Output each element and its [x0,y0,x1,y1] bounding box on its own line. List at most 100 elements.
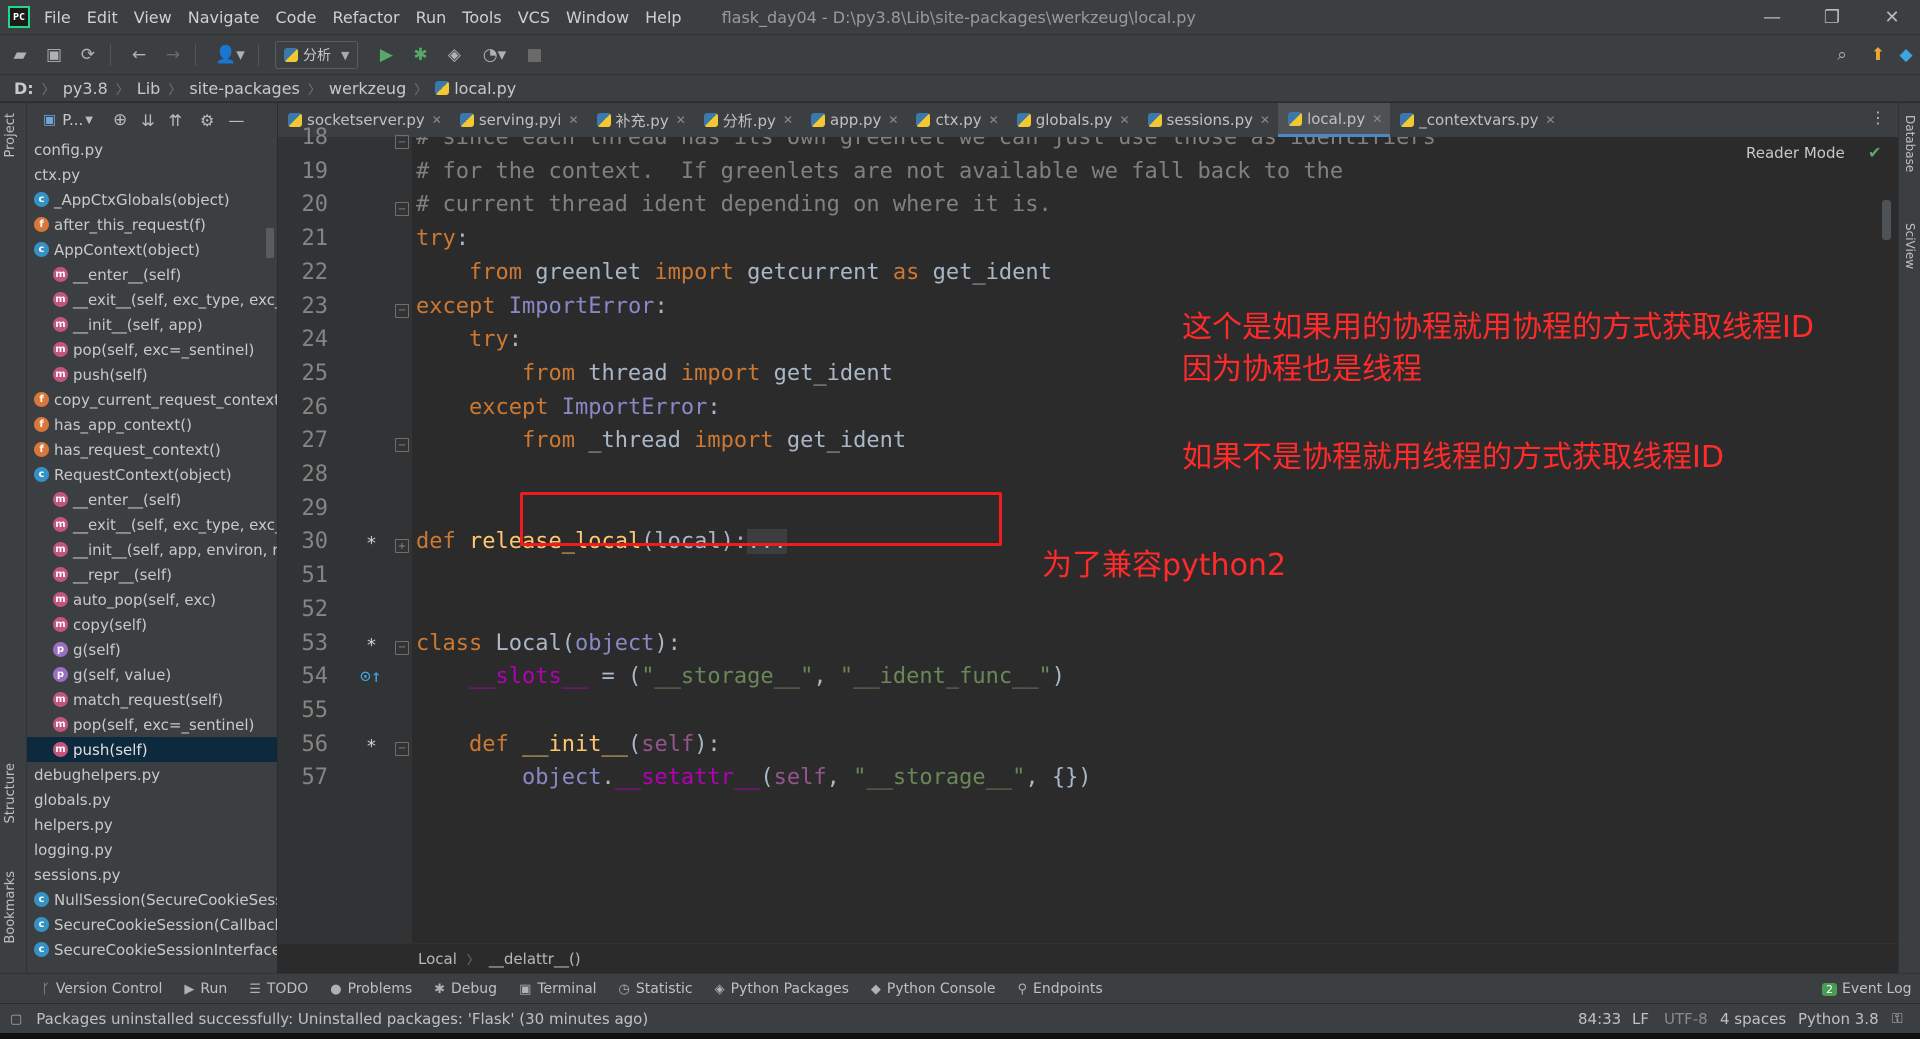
menu-edit[interactable]: Edit [87,8,118,27]
close-tab-icon[interactable]: ✕ [888,113,898,127]
editor-tab[interactable]: serving.pyi ✕ [450,103,587,137]
caret-position[interactable]: 84:33 [1578,1010,1621,1028]
tree-structure-item[interactable]: f copy_current_request_context [27,387,277,412]
todo-tab[interactable]: ☰ TODO [249,981,308,997]
close-tab-icon[interactable]: ✕ [1372,112,1382,126]
tree-file-item[interactable]: ctx.py [27,162,277,187]
more-tabs-icon[interactable]: ⋮ [1870,108,1886,127]
breadcrumb-method[interactable]: __delattr__() [489,950,581,968]
line-separator[interactable]: LF [1632,1010,1649,1028]
close-tab-icon[interactable]: ✕ [676,113,686,127]
profile-icon[interactable]: ◔▾ [474,41,514,69]
event-log-tab[interactable]: 2 Event Log [1822,981,1912,997]
tree-structure-item[interactable]: m __exit__(self, exc_type, exc_ [27,512,277,537]
file-encoding[interactable]: UTF-8 [1664,1010,1708,1028]
tree-file-item[interactable]: logging.py [27,837,277,862]
tree-file-item[interactable]: config.py [27,137,277,162]
fold-toggle-icon[interactable]: − [395,741,409,756]
update-icon[interactable]: ⬆ [1864,41,1892,69]
sciview-tool-tab[interactable]: SciView [1903,223,1917,269]
close-tab-icon[interactable]: ✕ [783,113,793,127]
menu-vcs[interactable]: VCS [518,8,550,27]
tree-structure-item[interactable]: m match_request(self) [27,687,277,712]
code-line[interactable]: # for the context. If greenlets are not … [416,159,1343,184]
tree-structure-item[interactable]: m __init__(self, app) [27,312,277,337]
code-line[interactable]: __slots__ = ("__storage__", "__ident_fun… [416,664,1065,689]
project-tool-tab[interactable]: Project [3,113,18,157]
tree-structure-item[interactable]: m __repr__(self) [27,562,277,587]
close-window-icon[interactable]: ✕ [1864,0,1920,34]
code-line[interactable]: from _thread import get_ident [416,428,906,453]
close-tab-icon[interactable]: ✕ [1546,113,1556,127]
editor-gutter[interactable]: 18 − 19 20 − 21 22 23 − 24 25 26 27 − 28 29 30 * +51 52 53 * −… [278,125,412,943]
coverage-icon[interactable]: ◈ [440,41,468,69]
minimize-icon[interactable]: — [1744,0,1800,34]
breadcrumb-folder[interactable]: Lib [137,79,161,98]
tree-structure-item[interactable]: p g(self) [27,637,277,662]
tree-structure-item[interactable]: m auto_pop(self, exc) [27,587,277,612]
menu-file[interactable]: File [44,8,71,27]
tree-structure-item[interactable]: p g(self, value) [27,662,277,687]
tree-structure-item[interactable]: m pop(self, exc=_sentinel) [27,337,277,362]
editor-tab[interactable]: _contextvars.py ✕ [1390,103,1563,137]
python-interpreter[interactable]: Python 3.8 [1798,1010,1879,1028]
hide-panel-icon[interactable]: — [228,111,244,130]
ide-features-icon[interactable]: ◆ [1892,41,1920,69]
menu-refactor[interactable]: Refactor [332,8,399,27]
close-tab-icon[interactable]: ✕ [989,113,999,127]
structure-tool-tab[interactable]: Structure [3,763,18,823]
fold-toggle-icon[interactable]: − [395,202,409,217]
breadcrumb-file[interactable]: local.py [454,79,516,98]
override-marker-icon[interactable]: ⊙↑ [360,666,382,687]
project-tree-scrollbar[interactable] [266,228,274,258]
version-control-tab[interactable]: ᚴ Version Control [42,981,162,997]
lock-icon[interactable]: ⚿ [1892,1011,1903,1027]
fold-toggle-icon[interactable]: − [395,135,409,149]
run-configuration-select[interactable]: 分析 ▼ [275,41,359,69]
tree-structure-item[interactable]: m __exit__(self, exc_type, exc_ [27,287,277,312]
tree-structure-item[interactable]: c _AppCtxGlobals(object) [27,187,277,212]
indent-setting[interactable]: 4 spaces [1720,1010,1786,1028]
tree-structure-item[interactable]: c SecureCookieSessionInterface [27,937,277,962]
close-tab-icon[interactable]: ✕ [432,113,442,127]
reader-mode-toggle[interactable]: Reader Mode [1746,144,1845,162]
breadcrumb-folder[interactable]: py3.8 [63,79,108,98]
close-tab-icon[interactable]: ✕ [1119,113,1129,127]
locate-file-icon[interactable]: ⊕ [113,110,127,130]
statistic-tab[interactable]: ◷ Statistic [619,981,693,997]
menu-run[interactable]: Run [416,8,447,27]
inspection-ok-icon[interactable]: ✔ [1868,143,1881,162]
collapse-all-icon[interactable]: ⇈ [169,111,182,130]
expand-all-icon[interactable]: ⇊ [141,111,154,130]
tree-structure-item[interactable]: f has_app_context() [27,412,277,437]
fold-toggle-icon[interactable]: + [395,539,409,554]
menu-help[interactable]: Help [645,8,681,27]
bookmarks-tool-tab[interactable]: Bookmarks [3,871,18,944]
code-line[interactable]: try: [416,327,522,352]
python-console-tab[interactable]: ◆ Python Console [871,981,996,997]
close-tab-icon[interactable]: ✕ [568,113,578,127]
editor-tab[interactable]: local.py ✕ [1278,103,1391,137]
menu-code[interactable]: Code [276,8,317,27]
database-tool-tab[interactable]: Database [1903,115,1917,172]
tree-structure-item[interactable]: f after_this_request(f) [27,212,277,237]
tree-structure-item[interactable]: m __enter__(self) [27,262,277,287]
save-all-icon[interactable]: ▣ [40,41,68,69]
tree-file-item[interactable]: globals.py [27,787,277,812]
status-message[interactable]: Packages uninstalled successfully: Unins… [36,1010,648,1028]
back-arrow-icon[interactable]: ← [125,41,153,69]
python-packages-tab[interactable]: ◈ Python Packages [715,981,849,997]
code-line[interactable]: except ImportError: [416,395,721,420]
tree-structure-item[interactable]: m push(self) [27,737,277,762]
problems-tab[interactable]: ● Problems [330,981,412,997]
code-line[interactable]: # current thread ident depending on wher… [416,192,1052,217]
settings-gear-icon[interactable]: ⚙ [200,111,214,130]
code-line[interactable]: from thread import get_ident [416,361,893,386]
fold-toggle-icon[interactable]: − [395,438,409,453]
menu-window[interactable]: Window [566,8,629,27]
editor-tab[interactable]: 分析.py ✕ [694,103,801,137]
breadcrumb-folder[interactable]: site-packages [189,79,300,98]
editor-tab[interactable]: app.py ✕ [801,103,906,137]
code-line[interactable]: def __init__(self): [416,732,721,757]
search-everywhere-icon[interactable]: ⌕ [1828,41,1856,69]
